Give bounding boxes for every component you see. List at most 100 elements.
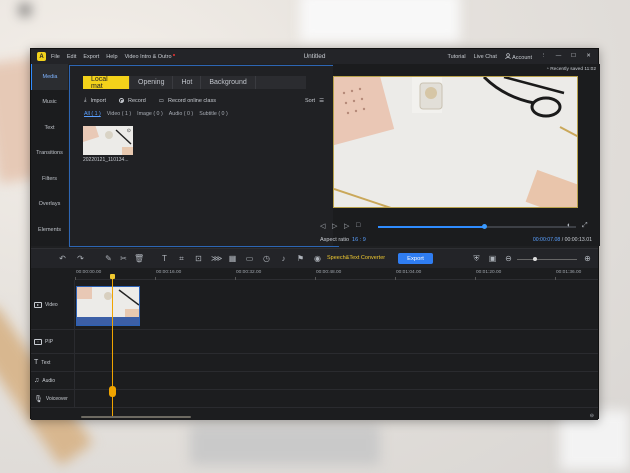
settings-icon[interactable]: ⋮ (540, 53, 547, 60)
marker-icon[interactable]: ⚑ (296, 254, 305, 263)
time-readout: 00:00:07.08 / 00:00:13.01 (533, 237, 592, 243)
track-header-text: T Text (31, 354, 75, 371)
record-online-button[interactable]: ▭ Record online class (159, 98, 216, 104)
record-button[interactable]: Record (119, 98, 146, 104)
next-frame-icon[interactable]: ▷ (344, 222, 349, 230)
crop-icon[interactable]: ⌗ (177, 254, 186, 263)
tab-local-mat[interactable]: Local mat (83, 76, 130, 90)
fit-icon[interactable]: ▣ (488, 254, 497, 263)
rail-item-filters[interactable]: Filters (31, 166, 68, 192)
rail-item-elements[interactable]: Elements (31, 217, 68, 243)
zoom-tool-icon[interactable]: ⊡ (194, 254, 203, 263)
progress-knob[interactable] (482, 224, 488, 229)
clip-audio-bar (77, 317, 139, 325)
edit-icon[interactable]: ✎ (104, 254, 113, 263)
tab-opening[interactable]: Opening (130, 76, 174, 89)
account-button[interactable]: Account (505, 52, 532, 61)
sort-button[interactable]: Sort ☰ (305, 98, 324, 104)
playback-controls: ◁ ▷ ▷ □ ◐ ⤢ (320, 222, 600, 232)
split-icon[interactable]: ✂ (119, 254, 128, 263)
text-track-icon: T (34, 359, 39, 366)
playback-progress-bar[interactable] (378, 224, 576, 229)
video-preview-frame[interactable] (333, 76, 578, 208)
track-audio: ♫ Audio (31, 372, 598, 390)
freeze-frame-icon[interactable]: ▭ (245, 254, 254, 263)
app-window: A File Edit Export Help Video Intro & Ou… (30, 48, 600, 420)
record-icon (119, 98, 125, 103)
menu-export[interactable]: Export (83, 54, 99, 60)
rail-item-text[interactable]: Text (31, 115, 68, 141)
menu-edit[interactable]: Edit (67, 54, 76, 60)
export-button[interactable]: Export (398, 253, 433, 264)
tick-label: 00:00:00.00 (74, 270, 102, 280)
sort-label: Sort (304, 97, 316, 104)
aspect-ratio[interactable]: Aspect ratio 16 : 9 (320, 237, 366, 243)
fullscreen-icon[interactable]: ⤢ (582, 222, 588, 230)
tick-label: 00:00:48.00 (314, 270, 342, 280)
timeline-zoom-slider[interactable] (517, 259, 577, 260)
sort-icon: ☰ (319, 97, 324, 104)
minimize-button[interactable]: — (555, 53, 562, 60)
playhead-handle[interactable] (110, 274, 115, 279)
recently-saved-label: Recently saved 11:02 (550, 67, 596, 72)
shield-icon[interactable]: ⛨ (472, 254, 481, 263)
play-button[interactable]: ▷ (332, 222, 337, 230)
microphone-icon: 🎙 (34, 395, 43, 403)
track-voiceover: 🎙 Voiceover (31, 390, 598, 408)
rail-item-media[interactable]: Media (31, 64, 68, 90)
media-panel: Local mat Opening Hot Background ⤓ Impor… (69, 65, 339, 247)
tutorial-link[interactable]: Tutorial (448, 54, 466, 60)
rail-item-music[interactable]: Music (31, 90, 68, 116)
zoom-in-icon[interactable]: ⊕ (583, 254, 592, 263)
speech-text-converter[interactable]: Speech&Text Converter (327, 255, 385, 261)
tab-background[interactable]: Background (201, 76, 256, 89)
rail-item-transitions[interactable]: Transitions (31, 141, 68, 167)
zoom-out-icon[interactable]: ⊖ (504, 254, 513, 263)
track-header-video: ▸ Video (31, 280, 75, 329)
clip-thumbnail-image (77, 287, 139, 319)
tick-label: 00:01:20.00 (474, 270, 502, 280)
speed-icon[interactable]: ⋙ (211, 254, 222, 263)
stop-button[interactable]: □ (356, 222, 360, 229)
audio-track-icon: ♫ (34, 377, 40, 384)
menu-video-intro-outro[interactable]: Video Intro & Outro (125, 53, 175, 60)
text-tool-icon[interactable]: T (160, 254, 169, 263)
filter-video[interactable]: Video ( 1 ) (107, 111, 131, 117)
video-clip[interactable] (76, 286, 140, 326)
import-label: Import (90, 97, 107, 104)
preview-panel: ◔ Recently saved 11:02 ◁ ▷ ▷ □ ◐ ⤢ Aspec… (320, 64, 600, 246)
total-time: / 00:00:13.01 (561, 237, 592, 243)
menu-file[interactable]: File (51, 54, 60, 60)
timeline-zoom-knob[interactable] (533, 257, 537, 261)
progress-fill (378, 226, 485, 228)
live-chat-link[interactable]: Live Chat (474, 54, 497, 60)
undo-icon[interactable]: ↶ (58, 254, 67, 263)
delete-icon[interactable]: 🗑 (134, 254, 144, 263)
filter-audio[interactable]: Audio ( 0 ) (169, 111, 193, 117)
audio-marker[interactable] (109, 386, 116, 397)
mosaic-icon[interactable]: ▦ (228, 254, 237, 263)
timeline-scrollbar[interactable] (81, 416, 191, 418)
menu-help[interactable]: Help (106, 54, 117, 60)
filter-image[interactable]: Image ( 0 ) (137, 111, 163, 117)
maximize-button[interactable]: ☐ (570, 53, 577, 60)
previous-frame-icon[interactable]: ◁ (320, 222, 325, 230)
video-frame-image (334, 77, 577, 207)
scroll-right-icon[interactable]: ⊖ (590, 413, 594, 419)
clock-icon: ◔ (545, 67, 549, 72)
rail-item-overlays[interactable]: Overlays (31, 192, 68, 218)
media-thumbnail[interactable]: ⊙ (83, 126, 133, 155)
tab-hot[interactable]: Hot (173, 76, 202, 89)
record-voice-icon[interactable]: ♪ (279, 254, 288, 263)
play-preview-icon[interactable]: ⊙ (127, 128, 131, 134)
redo-icon[interactable]: ↷ (76, 254, 85, 263)
filter-all[interactable]: All ( 1 ) (84, 111, 101, 117)
timeline-ruler[interactable]: 00:00:00.00 00:00:16.00 00:00:32.00 00:0… (74, 268, 598, 280)
duration-icon[interactable]: ◷ (262, 254, 271, 263)
tick-label: 00:00:16.00 (154, 270, 182, 280)
volume-icon[interactable]: ◐ (567, 222, 571, 229)
filter-subtitle[interactable]: Subtitle ( 0 ) (199, 111, 228, 117)
import-button[interactable]: ⤓ Import (84, 97, 106, 104)
close-button[interactable]: ✕ (585, 53, 592, 60)
color-icon[interactable]: ◉ (313, 254, 322, 263)
